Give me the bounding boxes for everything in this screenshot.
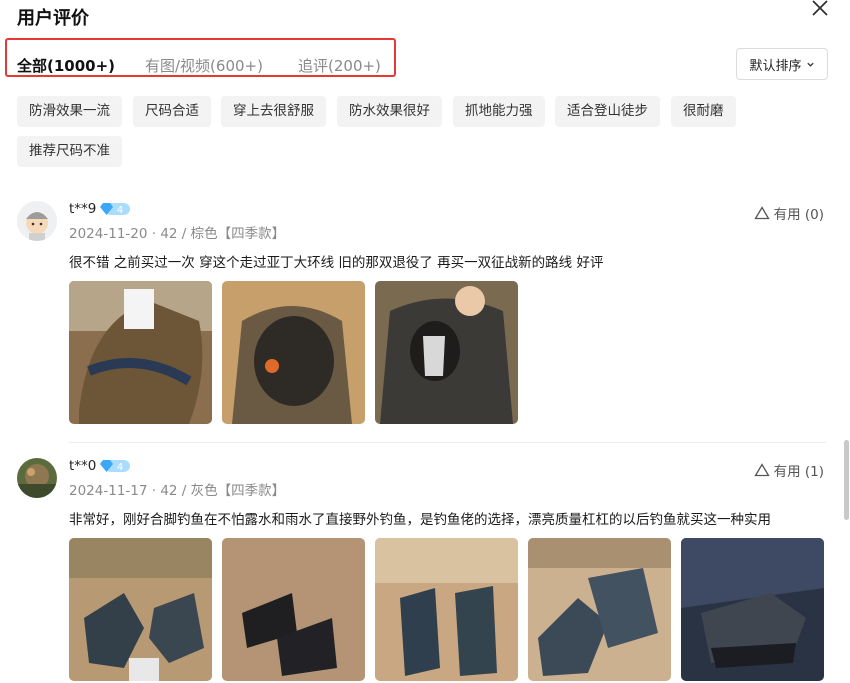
username-row: t**0 4 [69, 458, 131, 474]
useful-button[interactable]: 有用 (0) [753, 203, 824, 223]
review-photo[interactable] [222, 281, 365, 424]
tab-all[interactable]: 全部(1000+) [17, 55, 115, 76]
tag-chip[interactable]: 抓地能力强 [453, 96, 545, 127]
avatar[interactable] [17, 458, 57, 498]
review-photo[interactable] [681, 538, 824, 681]
sort-dropdown[interactable]: 默认排序 [736, 48, 828, 80]
avatar[interactable] [17, 201, 57, 241]
tab-with-media[interactable]: 有图/视频(600+) [145, 55, 263, 76]
username: t**9 [69, 201, 97, 217]
chevron-down-icon [806, 62, 814, 67]
review-divider [69, 442, 826, 443]
review-content: 非常好，刚好合脚钓鱼在不怕露水和雨水了直接野外钓鱼，是钓鱼佬的选择，漂亮质量杠杠… [69, 512, 771, 528]
tag-chip[interactable]: 穿上去很舒服 [221, 96, 326, 127]
diamond-level-icon: 4 [100, 203, 131, 216]
tag-chip[interactable]: 适合登山徒步 [555, 96, 660, 127]
review-photo[interactable] [375, 538, 518, 681]
username-row: t**9 4 [69, 201, 131, 217]
useful-count: 有用 (1) [773, 464, 824, 480]
tab-followup[interactable]: 追评(200+) [298, 55, 381, 76]
tag-chip[interactable]: 很耐磨 [671, 96, 736, 127]
username: t**0 [69, 458, 97, 474]
review-photo[interactable] [222, 538, 365, 681]
tag-chip[interactable]: 防水效果很好 [337, 96, 442, 127]
diamond-level-icon: 4 [100, 460, 131, 473]
review-photo[interactable] [69, 538, 212, 681]
sort-label: 默认排序 [749, 58, 802, 74]
review-meta: 2024-11-20 · 42 / 棕色【四季款】 [69, 226, 286, 242]
review-photo[interactable] [69, 281, 212, 424]
tag-chip[interactable]: 防滑效果一流 [17, 96, 122, 127]
tag-chip[interactable]: 尺码合适 [133, 96, 211, 127]
scrollbar[interactable] [844, 440, 849, 520]
useful-button[interactable]: 有用 (1) [753, 460, 824, 480]
review-photo[interactable] [528, 538, 671, 681]
review-content: 很不错 之前买过一次 穿这个走过亚丁大环线 旧的那双退役了 再买一双征战新的路线… [69, 255, 604, 271]
review-meta: 2024-11-17 · 42 / 灰色【四季款】 [69, 483, 286, 499]
svg-text:4: 4 [117, 462, 123, 473]
triangle-up-icon [753, 206, 770, 220]
close-icon[interactable] [808, 0, 832, 20]
svg-text:4: 4 [117, 205, 123, 216]
tag-chip[interactable]: 推荐尺码不准 [17, 136, 122, 167]
page-title: 用户评价 [17, 8, 89, 29]
useful-count: 有用 (0) [773, 207, 824, 223]
review-photo[interactable] [375, 281, 518, 424]
triangle-up-icon [753, 463, 770, 477]
